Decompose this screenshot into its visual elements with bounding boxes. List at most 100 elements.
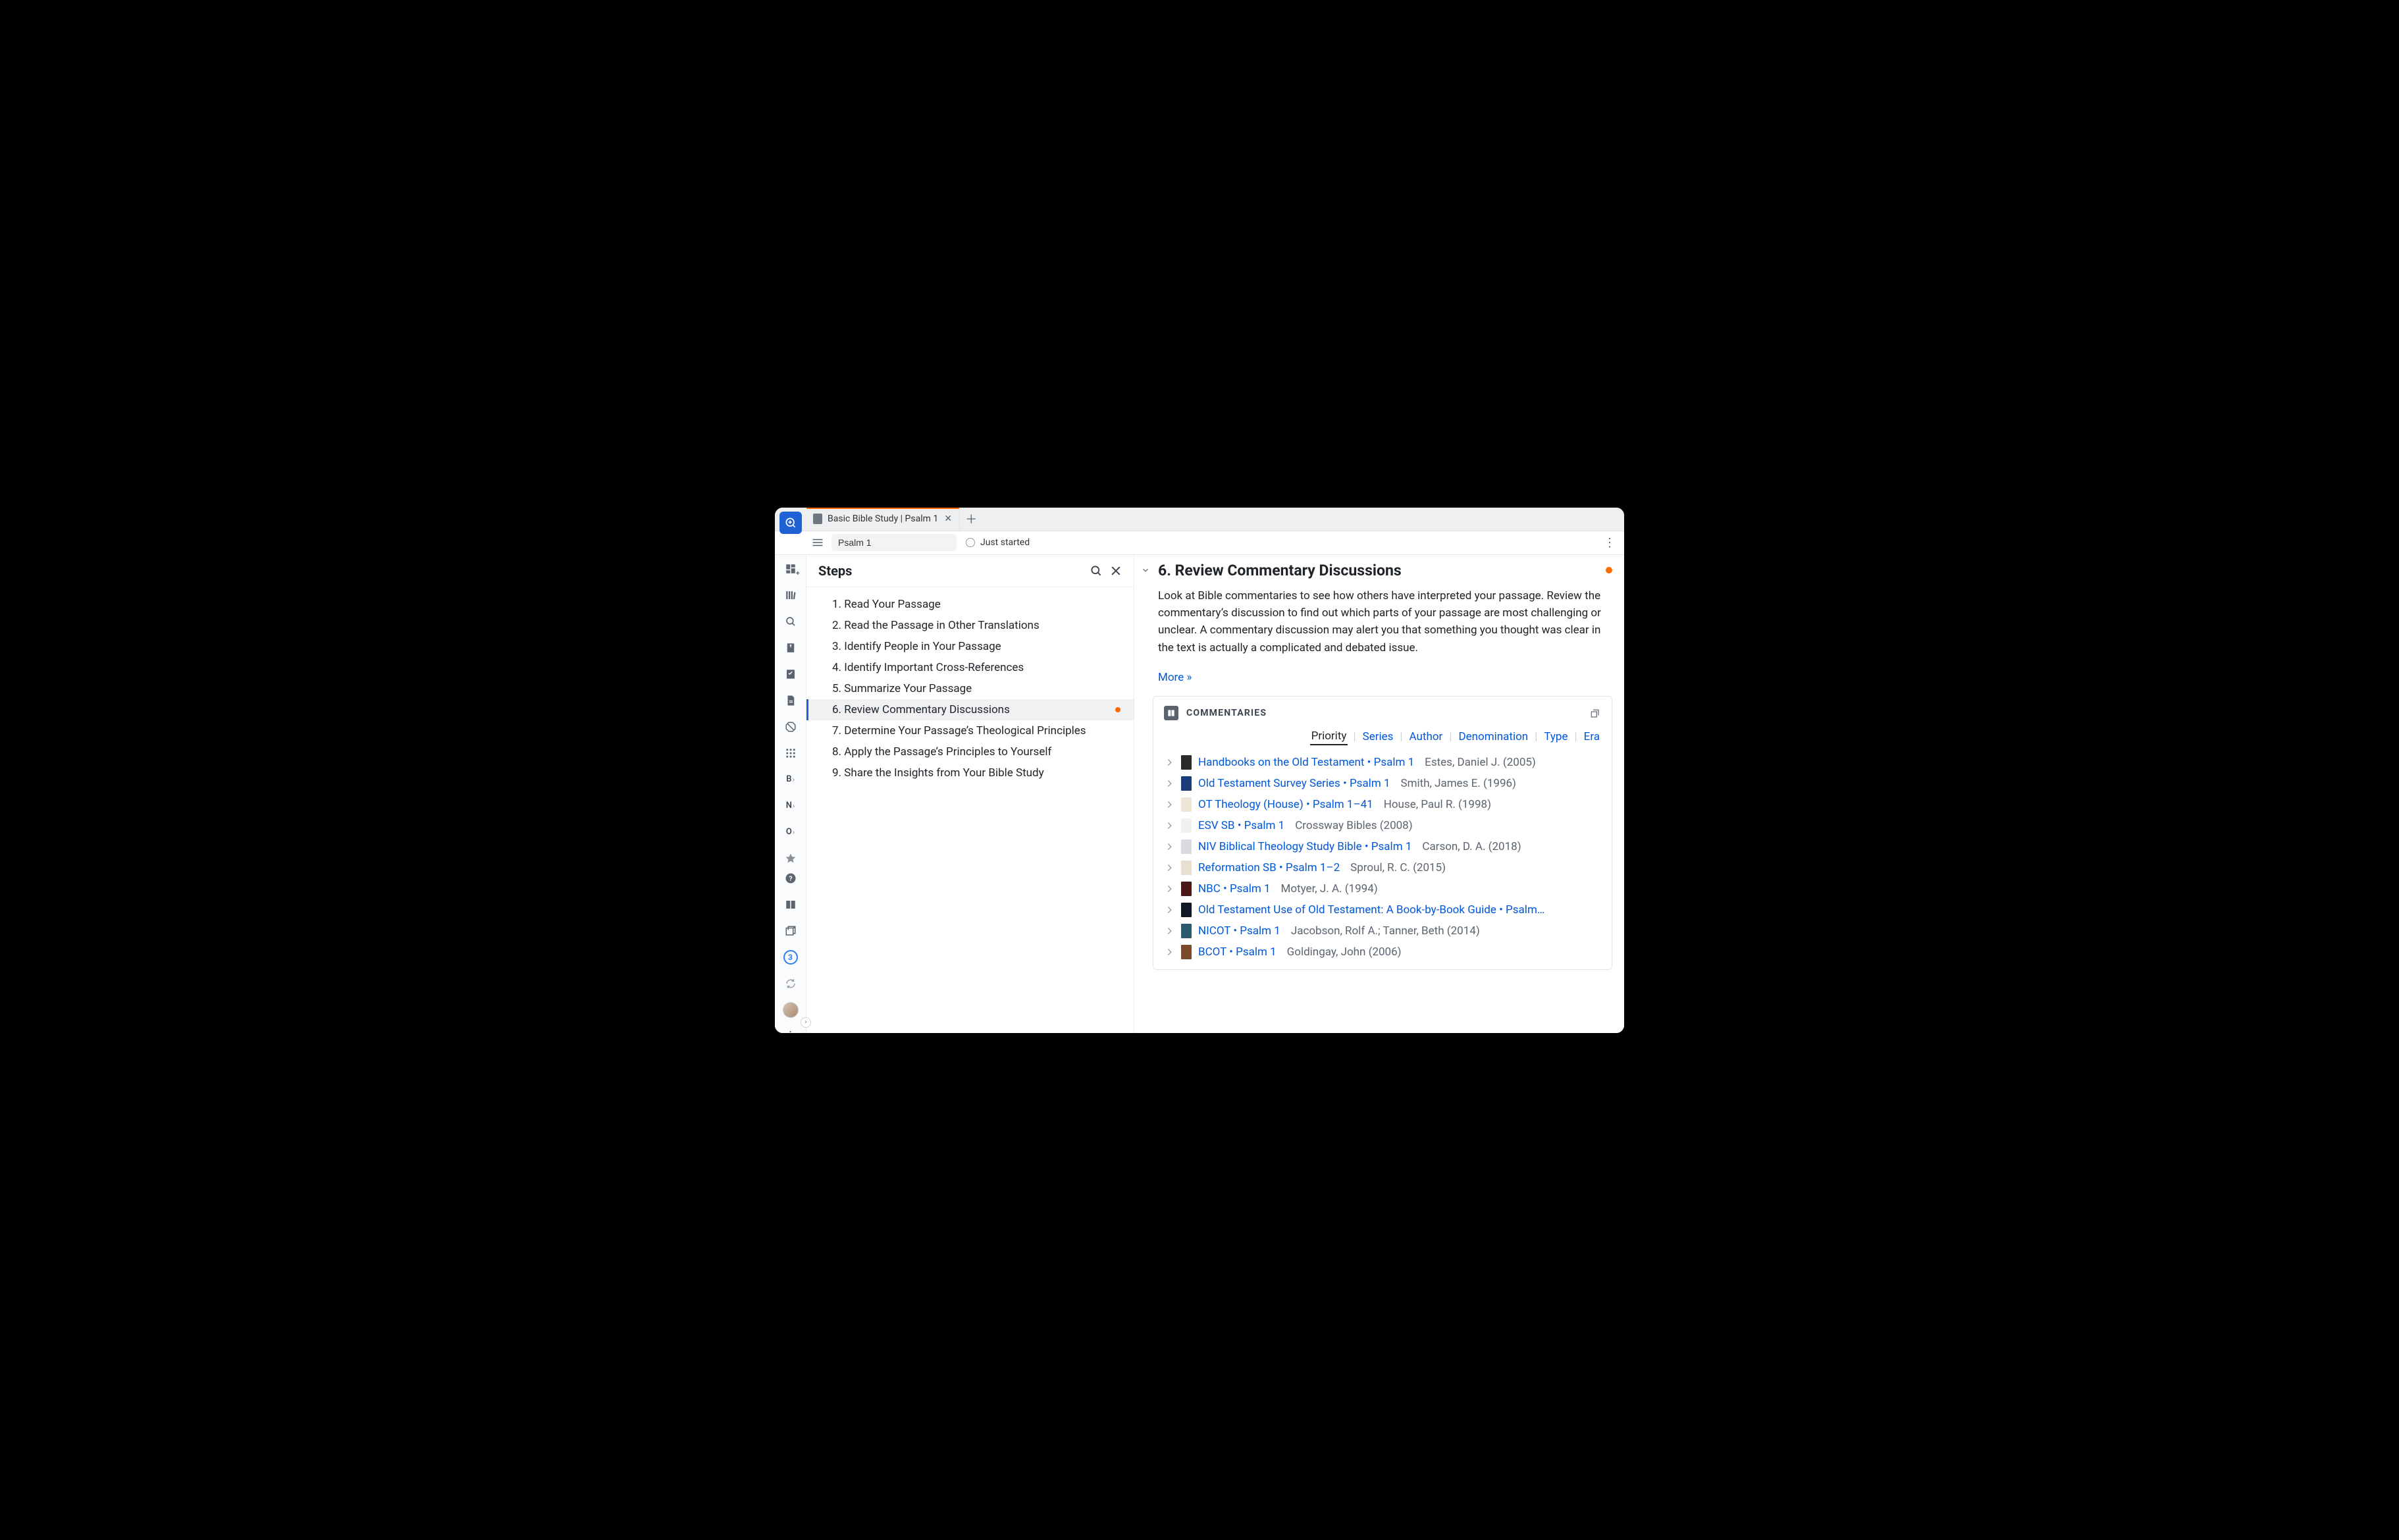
library-icon[interactable] — [779, 585, 802, 605]
commentary-meta: Goldingay, John (2006) — [1287, 945, 1402, 959]
status-indicator[interactable]: Just started — [966, 537, 1030, 548]
commentary-title-link[interactable]: Reformation SB • Psalm 1–2 — [1198, 861, 1340, 874]
step-item[interactable]: 3. Identify People in Your Passage — [806, 636, 1134, 657]
expand-chevron-icon[interactable] — [1164, 801, 1174, 809]
document-icon[interactable] — [779, 691, 802, 710]
expand-chevron-icon[interactable] — [1164, 843, 1174, 851]
step-item[interactable]: 4. Identify Important Cross-References — [806, 657, 1134, 678]
steps-close-button[interactable] — [1106, 561, 1126, 581]
layouts-icon[interactable] — [779, 895, 802, 915]
sort-separator: | — [1575, 730, 1577, 743]
commentary-meta: Crossway Bibles (2008) — [1295, 819, 1412, 832]
sort-tab[interactable]: Series — [1361, 729, 1395, 745]
commentary-title-link[interactable]: NBC • Psalm 1 — [1198, 882, 1271, 895]
commentary-title-link[interactable]: OT Theology (House) • Psalm 1–41 — [1198, 798, 1373, 811]
sort-tab[interactable]: Era — [1583, 729, 1601, 745]
more-link[interactable]: More » — [1158, 671, 1624, 684]
collapse-chevron-icon[interactable] — [1138, 563, 1153, 577]
toolbar: Just started ⋮ — [775, 531, 1624, 555]
commentary-title-link[interactable]: Old Testament Use of Old Testament: A Bo… — [1198, 903, 1544, 916]
commentaries-card: COMMENTARIES Priority | Series | Author | Deno… — [1153, 696, 1612, 970]
commentary-row: ESV SB • Psalm 1 Crossway Bibles (2008) — [1164, 815, 1601, 836]
sort-tabs: Priority|Series|Author|Denomination|Type… — [1164, 728, 1601, 745]
steps-list: 1. Read Your Passage2. Read the Passage … — [806, 587, 1134, 1033]
book-thumbnail — [1181, 776, 1192, 791]
favorites-icon[interactable] — [779, 849, 802, 868]
popout-icon[interactable] — [1588, 706, 1601, 720]
step-label: 7. Determine Your Passage’s Theological … — [832, 724, 1124, 737]
app-logo[interactable] — [779, 512, 802, 534]
bible-icon[interactable] — [779, 638, 802, 658]
help-icon[interactable]: ? — [779, 868, 802, 888]
sort-separator: | — [1400, 730, 1402, 743]
step-item[interactable]: 6. Review Commentary Discussions — [806, 699, 1134, 720]
detail-title: 6. Review Commentary Discussions — [1158, 562, 1600, 579]
expand-chevron-icon[interactable] — [1164, 864, 1174, 872]
commentary-row: OT Theology (House) • Psalm 1–41House, P… — [1164, 794, 1601, 815]
commentary-title-link[interactable]: NICOT • Psalm 1 — [1198, 924, 1280, 938]
sort-tab[interactable]: Priority — [1310, 728, 1348, 745]
apps-grid-icon[interactable] — [779, 743, 802, 763]
expand-chevron-icon[interactable] — [1164, 780, 1174, 787]
step-item[interactable]: 2. Read the Passage in Other Translation… — [806, 615, 1134, 636]
disable-icon[interactable] — [779, 717, 802, 737]
commentary-title-link[interactable]: Handbooks on the Old Testament • Psalm 1 — [1198, 756, 1414, 769]
panel-menu-button[interactable] — [806, 533, 829, 552]
sync-icon[interactable] — [779, 974, 802, 994]
tab-document[interactable]: Basic Bible Study | Psalm 1 ✕ — [806, 508, 960, 531]
main-area: + — [775, 555, 1624, 1033]
commentary-meta: Motyer, J. A. (1994) — [1281, 882, 1378, 895]
checklist-icon[interactable] — [779, 664, 802, 684]
shortcut-n[interactable]: N› — [779, 796, 802, 816]
close-panel-icon[interactable] — [779, 921, 802, 941]
commentary-title-link[interactable]: ESV SB • Psalm 1 — [1198, 819, 1284, 832]
more-vertical-icon[interactable]: ⋮ — [779, 1026, 802, 1033]
expand-chevron-icon[interactable] — [1164, 927, 1174, 935]
commentaries-icon — [1164, 706, 1178, 720]
card-header: COMMENTARIES — [1164, 706, 1601, 720]
sync-count-badge[interactable]: 3 — [779, 947, 802, 967]
step-item[interactable]: 8. Apply the Passage’s Principles to You… — [806, 741, 1134, 762]
commentary-row: BCOT • Psalm 1 Goldingay, John (2006) — [1164, 942, 1601, 963]
expand-chevron-icon[interactable] — [1164, 822, 1174, 830]
steps-search-button[interactable] — [1086, 561, 1106, 581]
step-label: 4. Identify Important Cross-References — [832, 661, 1124, 674]
sort-tab[interactable]: Denomination — [1457, 729, 1529, 745]
step-item[interactable]: 1. Read Your Passage — [806, 594, 1134, 615]
tab-strip: Basic Bible Study | Psalm 1 ✕ ＋ — [775, 508, 1624, 531]
step-item[interactable]: 5. Summarize Your Passage — [806, 678, 1134, 699]
commentary-title-link[interactable]: BCOT • Psalm 1 — [1198, 945, 1277, 959]
detail-description: Look at Bible commentaries to see how ot… — [1134, 582, 1624, 656]
shortcut-b[interactable]: B› — [779, 770, 802, 789]
expand-chevron-icon[interactable] — [1164, 758, 1174, 766]
expand-chevron-icon[interactable] — [1164, 885, 1174, 893]
search-icon[interactable] — [779, 612, 802, 631]
tab-close-icon[interactable]: ✕ — [943, 514, 953, 523]
commentary-title-link[interactable]: NIV Biblical Theology Study Bible • Psal… — [1198, 840, 1411, 853]
left-sidebar: + — [775, 555, 806, 1033]
dashboard-icon[interactable]: + — [779, 559, 802, 579]
steps-title: Steps — [818, 563, 852, 579]
book-thumbnail — [1181, 797, 1192, 812]
sidebar-top-group: + — [779, 555, 802, 868]
commentary-title-link[interactable]: Old Testament Survey Series • Psalm 1 — [1198, 777, 1390, 790]
step-label: 6. Review Commentary Discussions — [832, 703, 1115, 716]
step-status-dot — [1115, 707, 1120, 712]
commentary-row: Old Testament Use of Old Testament: A Bo… — [1164, 899, 1601, 920]
sort-tab[interactable]: Author — [1408, 729, 1444, 745]
book-thumbnail — [1181, 882, 1192, 896]
step-item[interactable]: 9. Share the Insights from Your Bible St… — [806, 762, 1134, 783]
step-item[interactable]: 7. Determine Your Passage’s Theological … — [806, 720, 1134, 741]
user-avatar[interactable] — [779, 1000, 802, 1020]
sort-tab[interactable]: Type — [1542, 729, 1569, 745]
sort-separator: | — [1449, 730, 1452, 743]
passage-input[interactable] — [831, 534, 957, 551]
new-tab-button[interactable]: ＋ — [960, 508, 982, 531]
expand-sidebar-button[interactable]: › — [801, 1017, 811, 1028]
expand-chevron-icon[interactable] — [1164, 906, 1174, 914]
panel-more-button[interactable]: ⋮ — [1599, 533, 1619, 552]
app-window: Basic Bible Study | Psalm 1 ✕ ＋ Just sta… — [775, 508, 1624, 1033]
shortcut-o[interactable]: O› — [779, 822, 802, 842]
commentary-meta: Estes, Daniel J. (2005) — [1425, 756, 1536, 769]
expand-chevron-icon[interactable] — [1164, 948, 1174, 956]
